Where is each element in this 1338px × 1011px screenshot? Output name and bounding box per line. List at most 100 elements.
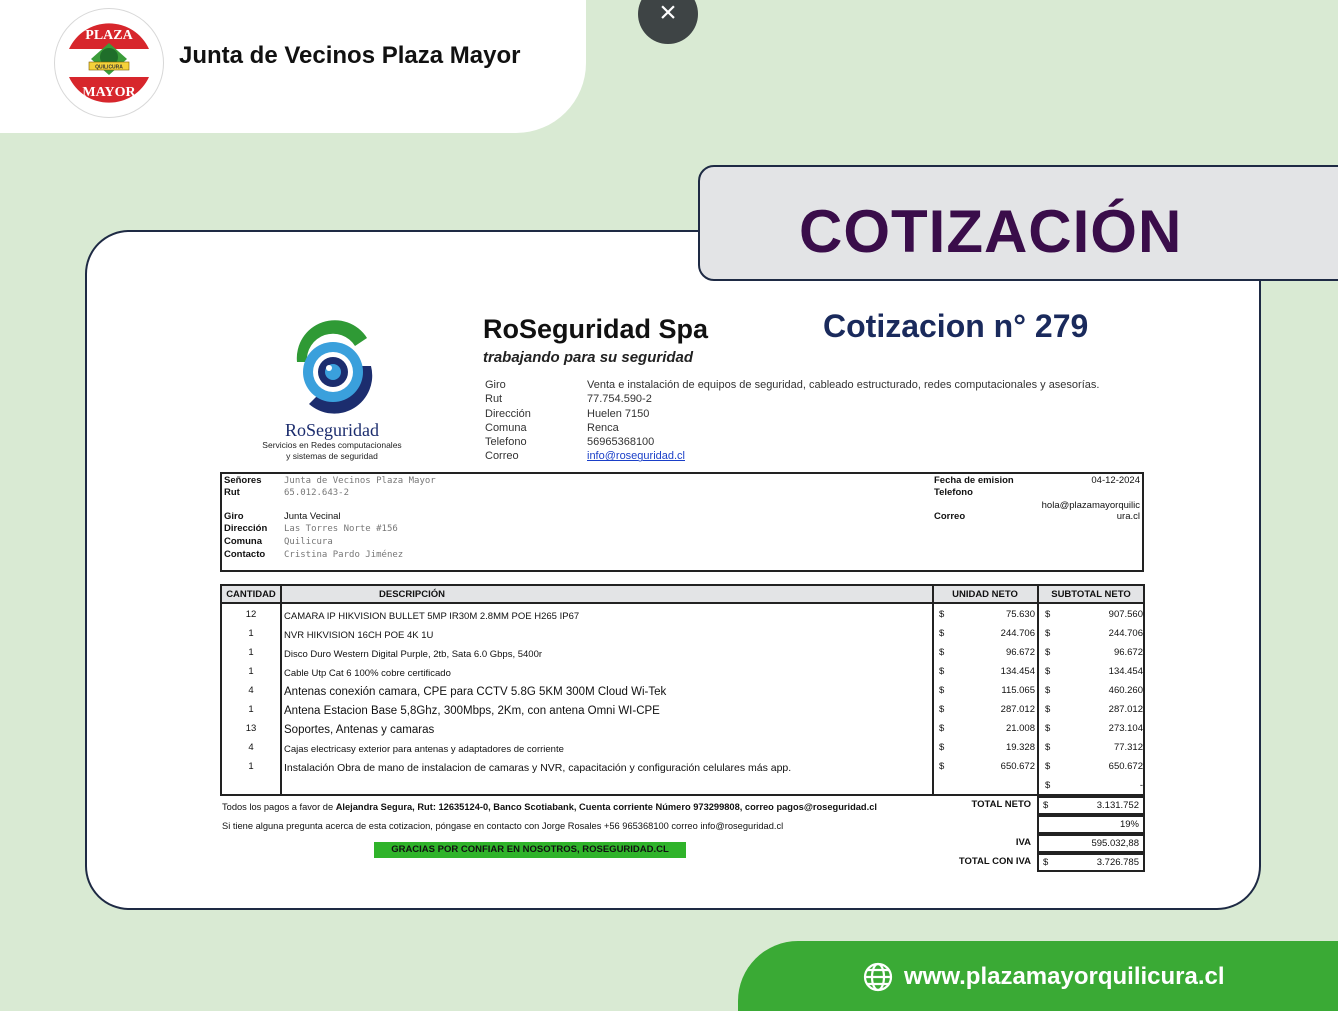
item-unit-price: 115.065 (1001, 685, 1035, 696)
header-unit-price: UNIDAD NETO (952, 589, 1018, 600)
client-label: Contacto (224, 549, 266, 560)
currency-symbol: $ (1045, 723, 1051, 734)
total-neto-box: $ 3.131.752 (1037, 796, 1145, 815)
iva-row: IVA 595.032,88 (905, 834, 1145, 853)
item-subtotal: 460.260 (1108, 685, 1143, 696)
svg-text:MAYOR: MAYOR (82, 85, 136, 100)
plaza-mayor-logo-graphic: PLAZA MAYOR QUILICURA (59, 13, 159, 113)
table-row: 13 Soportes, Antenas y camaras $ 21.008 … (222, 721, 1143, 740)
client-label: Rut (224, 487, 240, 498)
brand-subtitle-line-1: Servicios en Redes computacionales (262, 440, 402, 450)
brand-subtitle: Servicios en Redes computacionales y sis… (237, 440, 427, 462)
table-row: 1 Disco Duro Western Digital Purple, 2tb… (222, 645, 1143, 664)
currency-symbol: $ (1045, 685, 1051, 696)
svg-text:PLAZA: PLAZA (85, 28, 133, 43)
header-qty: CANTIDAD (226, 589, 276, 600)
item-subtotal: - (1139, 780, 1143, 791)
client-row: Comuna Quilicura (224, 536, 333, 547)
brand-name: RoSeguridad (285, 420, 379, 440)
info-key: Rut (485, 393, 503, 406)
info-value: Venta e instalación de equipos de seguri… (587, 379, 1100, 391)
quotation-number: Cotizacion n° 279 (823, 308, 1089, 344)
globe-icon (862, 961, 894, 998)
item-subtotal: 273.104 (1108, 723, 1143, 734)
iva-percent-row: 19% (905, 815, 1145, 834)
company-slogan: trabajando para su seguridad (483, 349, 694, 366)
company-info: Giro Venta e instalación de equipos de se… (485, 378, 1099, 464)
client-label: Comuna (224, 536, 262, 547)
item-description: Disco Duro Western Digital Purple, 2tb, … (284, 649, 543, 660)
table-row: 4 Antenas conexión camara, CPE para CCTV… (222, 683, 1143, 702)
item-unit-price: 21.008 (1005, 723, 1035, 734)
total-con-iva-box: $ 3.726.785 (1037, 853, 1145, 872)
page-title: COTIZACIÓN (799, 198, 1183, 265)
item-qty: 1 (248, 704, 254, 715)
table-row: 1 Cable Utp Cat 6 100% cobre certificado… (222, 664, 1143, 683)
client-email-line-2: ura.cl (1116, 511, 1140, 522)
total-con-iva-value: 3.726.785 (1096, 857, 1139, 868)
item-subtotal: 77.312 (1113, 742, 1143, 753)
item-subtotal: 134.454 (1108, 666, 1143, 677)
currency-symbol: $ (1045, 780, 1051, 791)
total-con-iva-label: TOTAL CON IVA (958, 856, 1031, 867)
payment-note-details: Alejandra Segura, Rut: 12635124-0, Banco… (335, 802, 877, 812)
item-qty: 1 (248, 628, 254, 639)
item-description: Cajas electricasy exterior para antenas … (284, 744, 564, 755)
close-icon: × (659, 0, 677, 29)
payment-note-prefix: Todos los pagos a favor de (222, 802, 336, 812)
client-label: Señores (224, 475, 262, 486)
item-subtotal: 96.672 (1113, 647, 1143, 658)
item-subtotal: 907.560 (1108, 609, 1143, 620)
item-qty: 4 (248, 685, 254, 696)
website-link[interactable]: www.plazamayorquilicura.cl (904, 963, 1225, 991)
info-key: Comuna (485, 421, 527, 434)
close-button[interactable]: × (638, 0, 698, 44)
client-value: Quilicura (284, 537, 333, 547)
table-row: 4 Cajas electricasy exterior para antena… (222, 740, 1143, 759)
client-email-label: Correo (934, 511, 966, 522)
company-info-row: Correo info@roseguridad.cl (485, 449, 1099, 463)
item-description: Cable Utp Cat 6 100% cobre certificado (284, 668, 451, 679)
table-row: 12 CAMARA IP HIKVISION BULLET 5MP IR30M … (222, 607, 1143, 626)
quotation-document: RoSeguridad Servicios en Redes computaci… (87, 232, 1259, 908)
currency-symbol: $ (1045, 666, 1051, 677)
item-description: NVR HIKVISION 16CH POE 4K 1U (284, 630, 434, 641)
header-subtotal: SUBTOTAL NETO (1051, 589, 1131, 600)
client-value: Las Torres Norte #156 (284, 524, 398, 534)
item-description: Instalación Obra de mano de instalacion … (284, 762, 792, 774)
item-unit-price: 96.672 (1005, 647, 1035, 658)
items-table: CANTIDAD DESCRIPCIÓN UNIDAD NETO SUBTOTA… (220, 584, 1145, 796)
currency-symbol: $ (1045, 742, 1051, 753)
issue-date-label: Fecha de emision (934, 475, 1014, 486)
quotation-card: RoSeguridad Servicios en Redes computaci… (85, 230, 1261, 910)
company-info-row: Giro Venta e instalación de equipos de se… (485, 378, 1099, 392)
currency-symbol: $ (939, 742, 945, 753)
header-panel: PLAZA MAYOR QUILICURA Junta de Vecinos P… (0, 0, 586, 133)
table-row: 1 Instalación Obra de mano de instalacio… (222, 759, 1143, 778)
currency-symbol: $ (939, 723, 945, 734)
currency-symbol: $ (1045, 609, 1051, 620)
info-value: 56965368100 (587, 436, 655, 449)
item-unit-price: 134.454 (1000, 666, 1035, 677)
item-unit-price: 19.328 (1005, 742, 1035, 753)
item-unit-price: 287.012 (1000, 704, 1035, 715)
item-description: CAMARA IP HIKVISION BULLET 5MP IR30M 2.8… (284, 611, 580, 622)
client-row: Señores Junta de Vecinos Plaza Mayor (224, 475, 436, 486)
total-neto-value: 3.131.752 (1096, 800, 1139, 811)
client-label: Giro (224, 511, 244, 522)
item-subtotal: 650.672 (1108, 761, 1143, 772)
client-details: Señores Junta de Vecinos Plaza Mayor Rut 6… (220, 472, 1144, 572)
total-con-iva-row: TOTAL CON IVA $ 3.726.785 (905, 853, 1145, 872)
issue-date-value: 04-12-2024 (1091, 475, 1140, 486)
client-label: Dirección (224, 523, 268, 534)
company-email-link[interactable]: info@roseguridad.cl (587, 450, 685, 462)
client-value: Junta de Vecinos Plaza Mayor (284, 476, 436, 486)
currency-symbol: $ (939, 761, 945, 772)
currency-symbol: $ (939, 704, 945, 715)
client-phone-label: Telefono (934, 487, 973, 498)
iva-box: 595.032,88 (1037, 834, 1145, 853)
company-info-row: Comuna Renca (485, 421, 1099, 435)
currency-symbol: $ (939, 685, 945, 696)
item-unit-price: 244.706 (1000, 628, 1035, 639)
currency-symbol: $ (939, 609, 945, 620)
